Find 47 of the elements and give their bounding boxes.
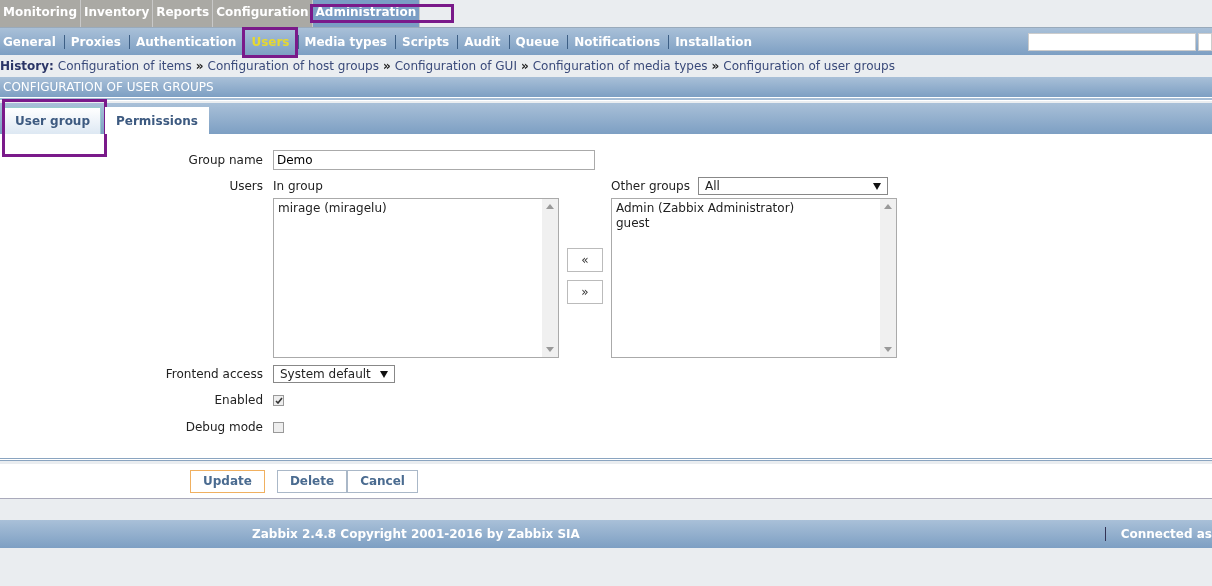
- arrow-down-icon[interactable]: [884, 347, 892, 352]
- field-label: Group name: [187, 152, 263, 169]
- field-label: Enabled: [213, 392, 263, 409]
- group-name-field[interactable]: Demo: [273, 150, 595, 170]
- move-right-button[interactable]: »: [567, 280, 603, 304]
- breadcrumb-separator: »: [382, 59, 391, 73]
- history-link[interactable]: Configuration of media types: [532, 59, 708, 73]
- arrow-up-icon[interactable]: [546, 204, 554, 209]
- history-link[interactable]: Configuration of host groups: [207, 59, 379, 73]
- page-title: CONFIGURATION OF USER GROUPS: [0, 77, 1212, 101]
- breadcrumb-separator: »: [711, 59, 720, 73]
- list-item[interactable]: mirage (miragelu): [278, 201, 538, 216]
- connected-text: Connected as: [1104, 527, 1212, 541]
- history-link[interactable]: Configuration of user groups: [723, 59, 895, 73]
- arrow-up-icon[interactable]: [884, 204, 892, 209]
- breadcrumb-separator: »: [195, 59, 204, 73]
- group-filter-select[interactable]: All: [698, 177, 888, 195]
- list-box[interactable]: mirage (miragelu): [273, 198, 559, 358]
- list-item[interactable]: guest: [616, 216, 876, 231]
- checkbox[interactable]: [273, 422, 284, 433]
- move-left-button[interactable]: «: [567, 248, 603, 272]
- list-label: Other groups: [611, 178, 690, 195]
- field-label: Debug mode: [184, 419, 263, 436]
- search-button[interactable]: [1198, 32, 1212, 51]
- history-link[interactable]: Configuration of items: [57, 59, 192, 73]
- history-link[interactable]: Configuration of GUI: [394, 59, 517, 73]
- tab[interactable]: User group: [4, 107, 101, 134]
- field-label: Users: [228, 178, 263, 195]
- arrow-down-icon[interactable]: [546, 347, 554, 352]
- tab[interactable]: Permissions: [105, 107, 209, 134]
- search-field[interactable]: [1028, 32, 1196, 51]
- caret-icon: [873, 182, 881, 190]
- form-button[interactable]: Update: [190, 469, 265, 493]
- history-label: History:: [0, 59, 54, 73]
- breadcrumb-separator: »: [520, 59, 529, 73]
- form-button[interactable]: Cancel: [347, 469, 418, 493]
- frontend-access-select[interactable]: System default: [273, 365, 395, 383]
- scrollbar[interactable]: [542, 199, 558, 357]
- checkbox[interactable]: [273, 395, 284, 406]
- field-label: Frontend access: [164, 366, 263, 383]
- caret-icon: [380, 370, 388, 378]
- scrollbar[interactable]: [880, 199, 896, 357]
- list-label: In group: [273, 178, 324, 195]
- list-box[interactable]: Admin (Zabbix Administrator) guest: [611, 198, 897, 358]
- form-button[interactable]: Delete: [276, 469, 348, 493]
- list-item[interactable]: Admin (Zabbix Administrator): [616, 201, 876, 216]
- copyright-text: Zabbix 2.4.8 Copyright 2001-2016 by Zabbix SIA: [252, 527, 580, 541]
